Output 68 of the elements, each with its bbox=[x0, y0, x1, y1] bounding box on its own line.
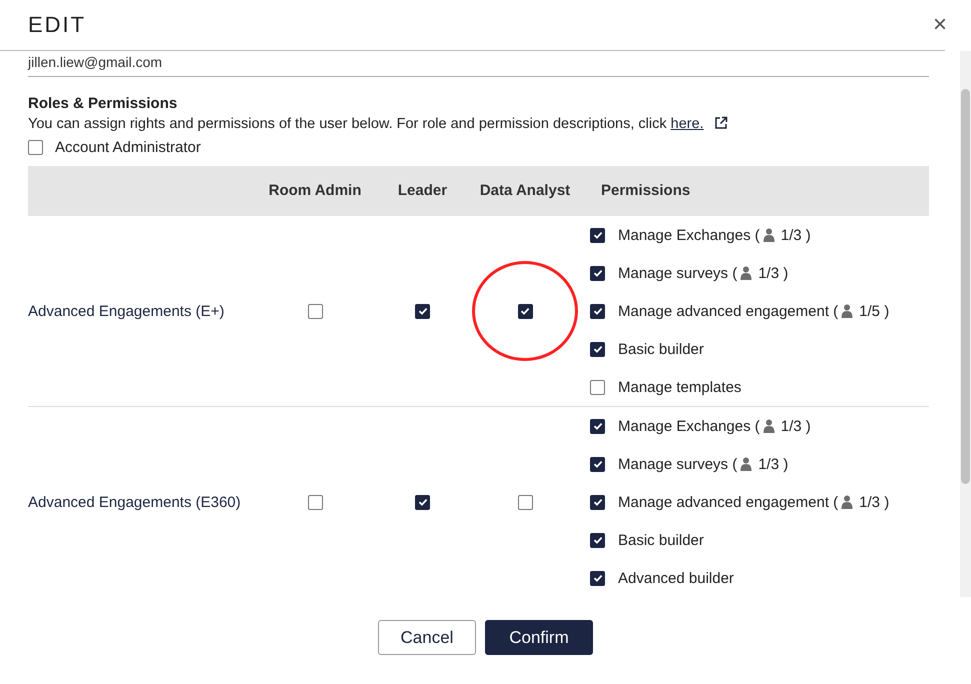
checkbox[interactable] bbox=[590, 342, 605, 356]
permission-label: Manage surveys ( bbox=[618, 264, 738, 282]
user-icon bbox=[841, 495, 854, 509]
permission-label: Basic builder bbox=[618, 532, 704, 548]
row-label: Advanced Engagements (E360) bbox=[28, 494, 242, 510]
user-icon bbox=[841, 304, 854, 318]
column-header: Leader bbox=[396, 182, 448, 200]
checkmark-icon bbox=[592, 572, 604, 584]
permission-label: Manage templates bbox=[618, 378, 742, 396]
cancel-button[interactable]: Cancel bbox=[378, 620, 476, 655]
permission-count: 1/3 ) bbox=[859, 494, 890, 510]
checkbox[interactable] bbox=[590, 380, 605, 394]
user-icon bbox=[762, 228, 775, 242]
external-link-icon bbox=[714, 116, 728, 130]
checkmark-icon bbox=[592, 229, 604, 241]
user-icon bbox=[762, 419, 775, 433]
checkbox[interactable] bbox=[590, 456, 605, 472]
checkbox[interactable] bbox=[590, 570, 605, 586]
checkmark-icon bbox=[416, 305, 428, 317]
checkbox[interactable] bbox=[590, 228, 605, 242]
confirm-button[interactable]: Confirm bbox=[485, 620, 593, 655]
description-text: You can assign rights and permissions of the user below. For role and permission descriptions, click bbox=[28, 116, 668, 132]
permission-count: 1/5 ) bbox=[859, 302, 890, 320]
checkbox[interactable] bbox=[308, 304, 322, 318]
checkbox[interactable] bbox=[415, 494, 430, 510]
checkmark-icon bbox=[592, 496, 604, 508]
permission-count: 1/3 ) bbox=[780, 226, 811, 244]
checkbox[interactable] bbox=[590, 304, 605, 318]
checkmark-icon bbox=[592, 534, 604, 546]
row-label: Advanced Engagements (E+) bbox=[28, 302, 226, 320]
permission-label: Manage Exchanges ( bbox=[618, 418, 760, 434]
permission-label: Manage advanced engagement ( bbox=[618, 494, 838, 510]
column-header: Room Admin bbox=[268, 182, 362, 200]
checkbox[interactable] bbox=[590, 532, 605, 548]
permission-label: Manage advanced engagement ( bbox=[618, 302, 838, 320]
column-header: Permissions bbox=[600, 182, 692, 200]
scrollbar-thumb[interactable] bbox=[961, 89, 970, 484]
checkbox[interactable] bbox=[590, 266, 605, 280]
permission-count: 1/3 ) bbox=[758, 456, 788, 472]
permission-label: Advanced builder bbox=[618, 570, 734, 586]
checkmark-icon bbox=[519, 305, 531, 317]
email-text: jillen.liew@gmail.com bbox=[28, 53, 164, 70]
checkbox[interactable] bbox=[308, 494, 322, 510]
user-icon bbox=[740, 457, 752, 471]
permission-count: 1/3 ) bbox=[758, 264, 788, 282]
checkmark-icon bbox=[592, 420, 604, 432]
close-button[interactable]: × bbox=[928, 11, 951, 39]
dialog-title: EDIT bbox=[28, 12, 86, 38]
checkmark-icon bbox=[592, 267, 604, 279]
checkmark-icon bbox=[592, 305, 604, 317]
checkbox[interactable] bbox=[518, 304, 532, 318]
user-icon bbox=[740, 266, 752, 280]
checkmark-icon bbox=[416, 496, 428, 508]
checkmark-icon bbox=[592, 343, 604, 355]
permission-label: Basic builder bbox=[618, 340, 704, 358]
checkmark-icon bbox=[592, 458, 604, 470]
help-link[interactable]: here. bbox=[670, 116, 704, 132]
permission-label: Manage Exchanges ( bbox=[618, 226, 760, 244]
checkbox[interactable] bbox=[590, 418, 605, 434]
checkbox[interactable] bbox=[415, 304, 430, 318]
checkbox[interactable] bbox=[28, 140, 43, 156]
column-header: Data Analyst bbox=[478, 182, 572, 200]
checkbox[interactable] bbox=[518, 494, 532, 510]
permission-label: Manage surveys ( bbox=[618, 456, 738, 472]
checkbox-label: Account Administrator bbox=[55, 139, 201, 156]
checkbox[interactable] bbox=[590, 494, 605, 510]
section-heading: Roles & Permissions bbox=[28, 94, 178, 113]
permission-count: 1/3 ) bbox=[780, 418, 811, 434]
